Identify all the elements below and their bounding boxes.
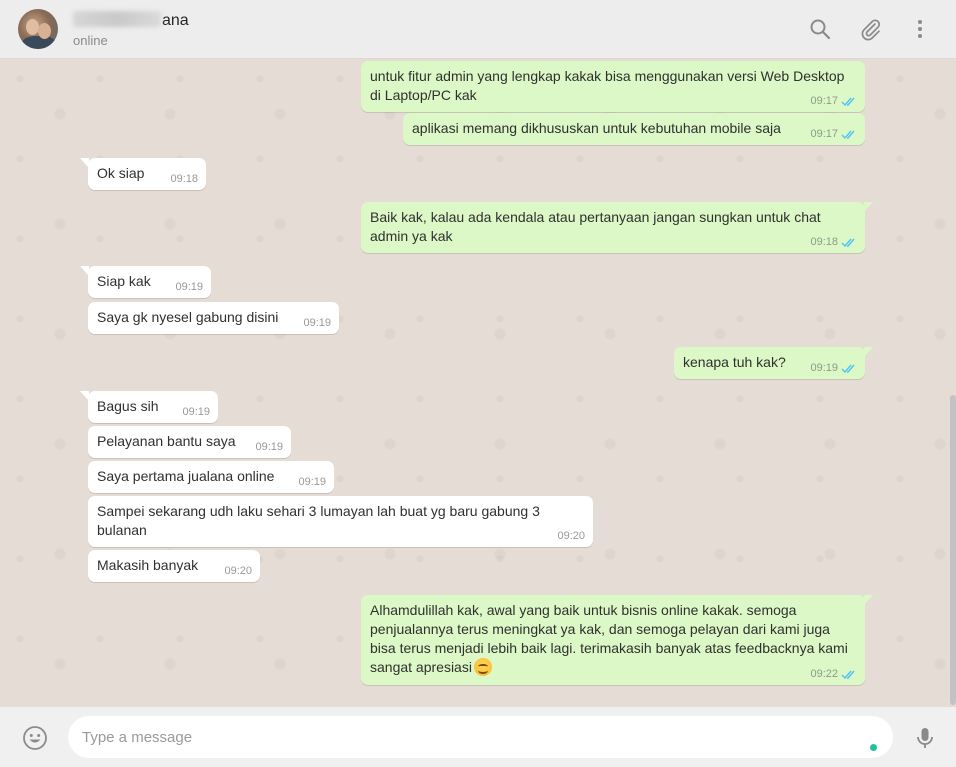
message-meta: 09:18 (170, 173, 198, 186)
message-time: 09:19 (303, 317, 331, 329)
message-time: 09:19 (175, 281, 203, 293)
message-text: Ok siap (97, 165, 145, 181)
smiling-face-emoji-icon (473, 658, 492, 676)
message-incoming[interactable]: Makasih banyak 09:20 (88, 550, 260, 582)
message-meta: 09:20 (224, 565, 252, 578)
message-outgoing[interactable]: kenapa tuh kak? 09:19 (674, 347, 873, 379)
message-incoming[interactable]: Ok siap 09:18 (80, 158, 206, 190)
message-text: aplikasi memang dikhususkan untuk kebutu… (412, 120, 781, 136)
message-text: Baik kak, kalau ada kendala atau pertany… (370, 209, 821, 244)
message-outgoing[interactable]: untuk fitur admin yang lengkap kakak bis… (361, 61, 865, 112)
input-status-dot (870, 744, 877, 751)
mic-icon[interactable] (912, 725, 938, 751)
message-text: Saya gk nyesel gabung disini (97, 309, 279, 325)
message-incoming[interactable]: Siap kak 09:19 (80, 266, 211, 298)
message-incoming[interactable]: Pelayanan bantu saya 09:19 (88, 426, 291, 458)
read-ticks-icon (841, 670, 855, 680)
message-meta: 09:20 (557, 530, 585, 543)
emoji-icon[interactable] (22, 725, 48, 751)
message-text: kenapa tuh kak? (683, 354, 786, 370)
redacted-name-blur (73, 11, 161, 27)
message-time: 09:20 (224, 565, 252, 577)
read-ticks-icon (841, 130, 855, 140)
message-outgoing[interactable]: Baik kak, kalau ada kendala atau pertany… (361, 202, 873, 253)
message-incoming[interactable]: Sampei sekarang udh laku sehari 3 lumaya… (88, 496, 593, 547)
message-meta: 09:19 (810, 362, 857, 375)
message-meta: 09:19 (303, 317, 331, 330)
message-list[interactable]: untuk fitur admin yang lengkap kakak bis… (0, 59, 956, 707)
message-meta: 09:19 (175, 281, 203, 294)
message-time: 09:19 (810, 362, 838, 374)
message-meta: 09:18 (810, 236, 857, 249)
composer-bar (0, 707, 956, 767)
message-time: 09:18 (810, 236, 838, 248)
message-text: Sampei sekarang udh laku sehari 3 lumaya… (97, 503, 540, 538)
message-meta: 09:22 (810, 668, 857, 681)
message-time: 09:19 (255, 441, 283, 453)
contact-avatar[interactable] (18, 9, 58, 49)
attach-icon[interactable] (858, 17, 882, 41)
chat-header: ana online (0, 0, 956, 59)
message-text: Pelayanan bantu saya (97, 433, 236, 449)
message-time: 09:22 (810, 668, 838, 680)
message-time: 09:19 (298, 476, 326, 488)
message-time: 09:20 (557, 530, 585, 542)
message-meta: 09:19 (182, 406, 210, 419)
message-incoming[interactable]: Saya gk nyesel gabung disini 09:19 (88, 302, 339, 334)
message-outgoing[interactable]: Alhamdulillah kak, awal yang baik untuk … (361, 595, 873, 685)
chat-scrollbar[interactable] (950, 395, 956, 705)
message-time: 09:17 (810, 95, 838, 107)
message-time: 09:18 (170, 173, 198, 185)
message-text: Makasih banyak (97, 557, 199, 573)
message-time: 09:19 (182, 406, 210, 418)
message-incoming[interactable]: Bagus sih 09:19 (80, 391, 218, 423)
message-text: Saya pertama jualana online (97, 468, 275, 484)
contact-status: online (73, 33, 108, 48)
message-meta: 09:17 (810, 95, 857, 108)
message-text: Siap kak (97, 273, 151, 289)
message-text: Alhamdulillah kak, awal yang baik untuk … (370, 602, 848, 675)
message-meta: 09:19 (255, 441, 283, 454)
message-text: Bagus sih (97, 398, 159, 414)
read-ticks-icon (841, 364, 855, 374)
message-outgoing[interactable]: aplikasi memang dikhususkan untuk kebutu… (403, 113, 865, 145)
message-input[interactable] (68, 716, 893, 758)
message-time: 09:17 (810, 128, 838, 140)
message-meta: 09:17 (810, 128, 857, 141)
contact-name[interactable]: ana (73, 11, 189, 30)
message-text: untuk fitur admin yang lengkap kakak bis… (370, 68, 845, 103)
read-ticks-icon (841, 97, 855, 107)
menu-icon[interactable] (908, 17, 932, 41)
message-meta: 09:19 (298, 476, 326, 489)
contact-name-text: ana (162, 12, 189, 29)
message-incoming[interactable]: Saya pertama jualana online 09:19 (88, 461, 334, 493)
read-ticks-icon (841, 238, 855, 248)
search-icon[interactable] (808, 17, 832, 41)
